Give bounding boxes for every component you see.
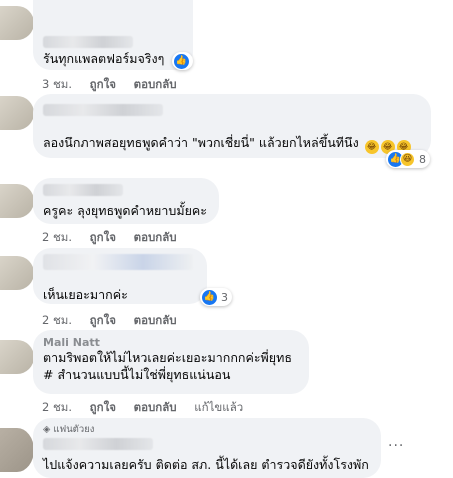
comment-time[interactable]: 2 ชม. [42,230,72,244]
like-icon: 👍 [174,53,189,69]
comment-text: ลองนึกภาพสอยุทธพูดคำว่า "พวกเชี่ยนี่" แล… [43,134,419,154]
comment-text: ครูคะ ลุงยุทธพูดคำหยาบมั้ยคะ [43,203,207,218]
avatar[interactable] [0,96,34,130]
reply-button[interactable]: ตอบกลับ [134,400,177,414]
reaction-summary[interactable]: 👍 3 [200,288,232,306]
edited-label: แก้ไขแล้ว [194,400,244,414]
comment-time[interactable]: 2 ชม. [42,313,72,327]
commenter-name-blurred[interactable] [43,438,153,450]
comment-text: ไปแจ้งความเลยครับ ติดต่อ สภ. นี้ได้เลย ต… [43,457,369,472]
comment-bubble: เห็นเยอะมากค่ะ [33,248,207,304]
comment-bubble: ◈ แฟนตัวยง ไปแจ้งความเลยครับ ติดต่อ สภ. … [33,418,381,478]
comment-text: รันทุกแพลตฟอร์มจริงๆ [43,51,165,66]
reaction-count: 8 [419,152,426,166]
comment-bubble: ครูคะ ลุงยุทธพูดคำหยาบมั้ยคะ [33,178,219,224]
reply-button[interactable]: ตอบกลับ [134,230,177,244]
reaction-summary[interactable]: 👍 😆 8 [386,150,430,168]
comment-bubble: Mali Natt ตามริพอตให้ไม่ไหวเลยค่ะเยอะมาก… [33,330,309,394]
comment-text-line2: # สำนวนแบบนี้ไม่ใช่พี่ยุทธแน่นอน [43,367,231,382]
comment-actions: 2 ชม. ถูกใจ ตอบกลับ [42,312,191,330]
commenter-name-blurred[interactable] [43,184,123,196]
diamond-icon: ◈ [43,424,51,435]
avatar[interactable] [0,256,34,290]
like-button[interactable]: ถูกใจ [90,77,116,91]
like-icon: 👍 [202,289,217,305]
avatar[interactable] [0,184,34,218]
more-options-icon[interactable]: ··· [388,438,404,454]
comment-time[interactable]: 2 ชม. [42,400,72,414]
commenter-name-blurred[interactable] [43,254,193,270]
like-button[interactable]: ถูกใจ [90,313,116,327]
like-button[interactable]: ถูกใจ [90,230,116,244]
comment-text-line1: ตามริพอตให้ไม่ไหวเลยค่ะเยอะมากกกค่ะพี่ยุ… [43,350,292,365]
reaction-summary[interactable]: 👍 [172,52,193,70]
avatar[interactable] [0,340,34,374]
comment-bubble: รันทุกแพลตฟอร์มจริงๆ [33,0,193,70]
avatar[interactable] [0,428,34,472]
comment-bubble: ลองนึกภาพสอยุทธพูดคำว่า "พวกเชี่ยนี่" แล… [33,94,431,158]
avatar[interactable] [0,6,34,40]
commenter-name-blurred[interactable] [43,104,163,116]
reply-button[interactable]: ตอบกลับ [134,77,177,91]
top-fan-badge: ◈ แฟนตัวยง [43,424,95,435]
comment-time[interactable]: 3 ชม. [42,77,72,91]
laughing-emoji-icon: 😂 [364,140,379,154]
commenter-name-blurred[interactable] [43,36,133,48]
reaction-count: 3 [221,290,228,304]
comment-text: เห็นเยอะมากค่ะ [43,287,128,302]
reply-button[interactable]: ตอบกลับ [134,313,177,327]
comment-actions: 3 ชม. ถูกใจ ตอบกลับ [42,76,191,94]
comment-actions: 2 ชม. ถูกใจ ตอบกลับ [42,229,191,247]
haha-icon: 😆 [400,151,415,167]
comment-actions: 2 ชม. ถูกใจ ตอบกลับ แก้ไขแล้ว [42,399,257,417]
commenter-name[interactable]: Mali Natt [43,336,297,349]
like-button[interactable]: ถูกใจ [90,400,116,414]
